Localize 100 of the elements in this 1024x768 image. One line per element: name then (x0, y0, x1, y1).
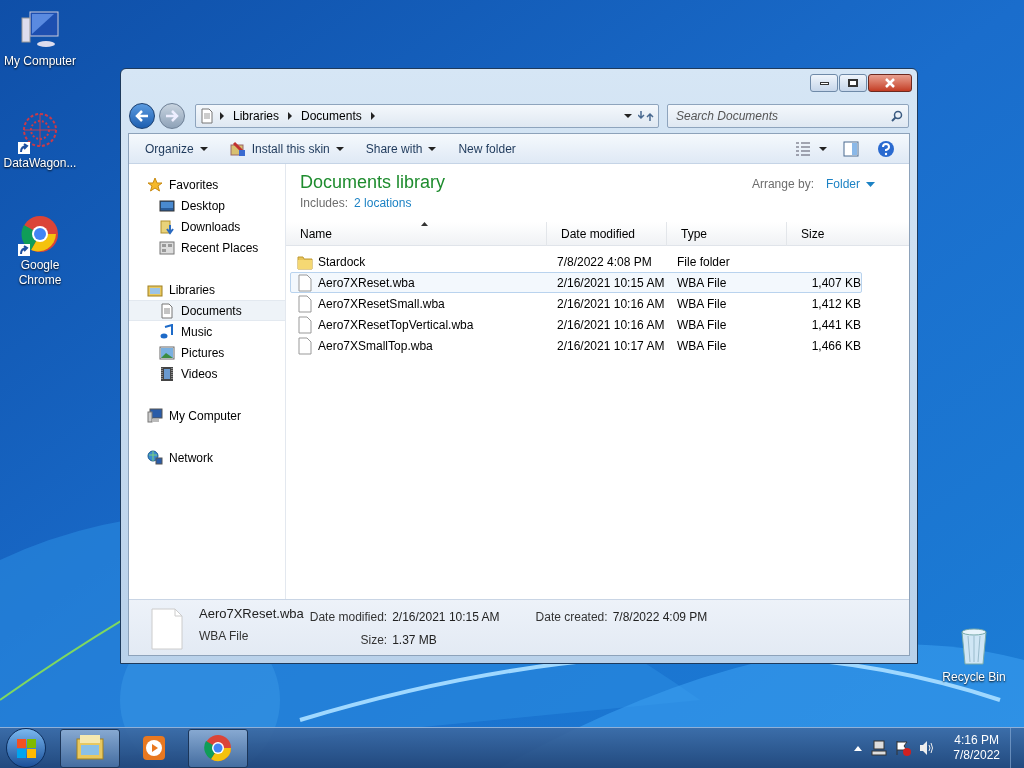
nav-item[interactable]: Network (129, 447, 285, 468)
desktop-icon-label[interactable]: DataWagon... (0, 156, 80, 171)
nav-item[interactable]: Videos (129, 363, 285, 384)
paint-box-icon (229, 140, 246, 157)
taskbar-button[interactable] (188, 728, 248, 768)
file-type: WBA File (676, 274, 728, 292)
locations-link[interactable]: 2 locations (354, 194, 412, 212)
file-type: WBA File (676, 295, 728, 313)
search-field[interactable]: Search Documents (667, 104, 909, 128)
back-button[interactable] (129, 103, 155, 129)
file-icon (151, 608, 183, 650)
field-label: Size: (359, 632, 388, 649)
windows-logo-icon (16, 738, 36, 758)
nav-item[interactable]: Documents (129, 300, 285, 321)
file-type: WBA File (676, 316, 728, 334)
nav-item[interactable]: Desktop (129, 195, 285, 216)
file-name: Aero7XResetSmall.wba (318, 295, 445, 313)
file-date: 2/16/2021 10:16 AM (556, 316, 666, 334)
taskbar-button[interactable] (60, 728, 120, 768)
file-size: 1,441 KB (810, 316, 862, 334)
file-icon (297, 315, 313, 334)
clock-date: 7/8/2022 (953, 748, 1000, 763)
file-size: 1,407 KB (810, 274, 862, 292)
toolbar-button[interactable]: Install this skin (221, 136, 352, 161)
address-bar[interactable]: Libraries Documents (195, 104, 659, 128)
document-icon (200, 108, 214, 124)
music-note-icon (159, 323, 175, 340)
file-type: WBA File (676, 337, 728, 355)
file-row[interactable]: Aero7XResetTopVertical.wba 2/16/2021 10:16 AM WBA File 1,441 KB (290, 314, 862, 335)
nav-item[interactable]: Libraries (129, 279, 285, 300)
download-folder-icon (159, 218, 175, 235)
file-row[interactable]: Stardock 7/8/2022 4:08 PM File folder (290, 251, 862, 272)
recent-places-icon (159, 239, 175, 256)
detail-file-name: Aero7XReset.wba (199, 605, 304, 623)
breadcrumb[interactable]: Documents (298, 107, 365, 125)
chevron-icon (370, 112, 375, 120)
caret-icon (199, 146, 208, 151)
toolbar-button[interactable]: New folder (450, 136, 524, 161)
clock[interactable]: 4:16 PM 7/8/2022 (953, 733, 1000, 763)
library-title: Documents library (300, 171, 446, 193)
details-view-icon (795, 140, 811, 157)
arrange-dropdown[interactable]: Folder (826, 175, 875, 193)
preview-pane-icon (843, 140, 859, 157)
film-icon (159, 365, 175, 382)
column-header[interactable]: Date modified (546, 222, 666, 246)
nav-item[interactable]: Downloads (129, 216, 285, 237)
close-button[interactable] (868, 74, 912, 92)
folder-icon (75, 733, 105, 763)
nav-item[interactable]: Favorites (129, 174, 285, 195)
caret-icon (428, 146, 437, 151)
file-row[interactable]: Aero7XResetSmall.wba 2/16/2021 10:16 AM WBA File 1,412 KB (290, 293, 862, 314)
dropdown-caret-icon (624, 114, 632, 118)
breadcrumb[interactable]: Libraries (230, 107, 283, 125)
column-header[interactable]: Type (666, 222, 786, 246)
file-size: 1,466 KB (810, 337, 862, 355)
field-label: Date created: (535, 609, 608, 626)
nav-item[interactable]: Music (129, 321, 285, 342)
detail-file-type: WBA File (199, 627, 250, 645)
file-date: 2/16/2021 10:16 AM (556, 295, 666, 313)
back-arrow-icon (135, 110, 149, 122)
includes-label: Includes: (300, 195, 349, 212)
action-center-icon (895, 740, 912, 756)
file-name: Aero7XResetTopVertical.wba (318, 316, 474, 334)
help-icon (877, 139, 895, 158)
arrange-label: Arrange by: (751, 176, 814, 193)
file-name: Aero7XReset.wba (318, 274, 415, 292)
field-value: 1.37 MB (392, 632, 438, 649)
column-header[interactable]: Size (786, 222, 894, 246)
desktop-icon (159, 197, 175, 214)
column-header[interactable]: Name (286, 222, 546, 246)
picture-icon (159, 344, 175, 361)
toolbar-button[interactable]: Share with (357, 136, 445, 161)
chevron-icon (288, 112, 293, 120)
file-size: 1,412 KB (810, 295, 862, 313)
start-button[interactable] (6, 728, 46, 768)
computer-icon (147, 407, 163, 424)
toolbar-button[interactable]: Organize (137, 136, 216, 161)
file-row[interactable]: Aero7XSmallTop.wba 2/16/2021 10:17 AM WBA File 1,466 KB (290, 335, 862, 356)
file-icon (297, 273, 313, 292)
folder-icon (297, 253, 313, 270)
sort-arrow-icon (421, 222, 428, 226)
desktop-icon-label[interactable]: My Computer (0, 54, 80, 69)
refresh-icon (638, 109, 654, 123)
file-icon (297, 336, 313, 355)
file-row[interactable]: Aero7XReset.wba 2/16/2021 10:15 AM WBA File 1,407 KB (290, 272, 862, 293)
maximize-button[interactable] (839, 74, 867, 92)
minimize-button[interactable] (810, 74, 838, 92)
desktop-icon-label[interactable]: Google Chrome (0, 258, 80, 288)
caret-icon (819, 146, 827, 151)
nav-item[interactable]: Recent Places (129, 237, 285, 258)
chrome-icon (203, 733, 233, 763)
nav-item[interactable]: My Computer (129, 405, 285, 426)
caret-icon (866, 181, 875, 187)
network-status-icon (871, 740, 888, 756)
close-icon (884, 78, 896, 88)
forward-arrow-icon (165, 110, 179, 122)
star-icon (147, 176, 163, 193)
nav-item[interactable]: Pictures (129, 342, 285, 363)
search-icon (891, 110, 903, 122)
file-date: 2/16/2021 10:15 AM (556, 274, 666, 292)
